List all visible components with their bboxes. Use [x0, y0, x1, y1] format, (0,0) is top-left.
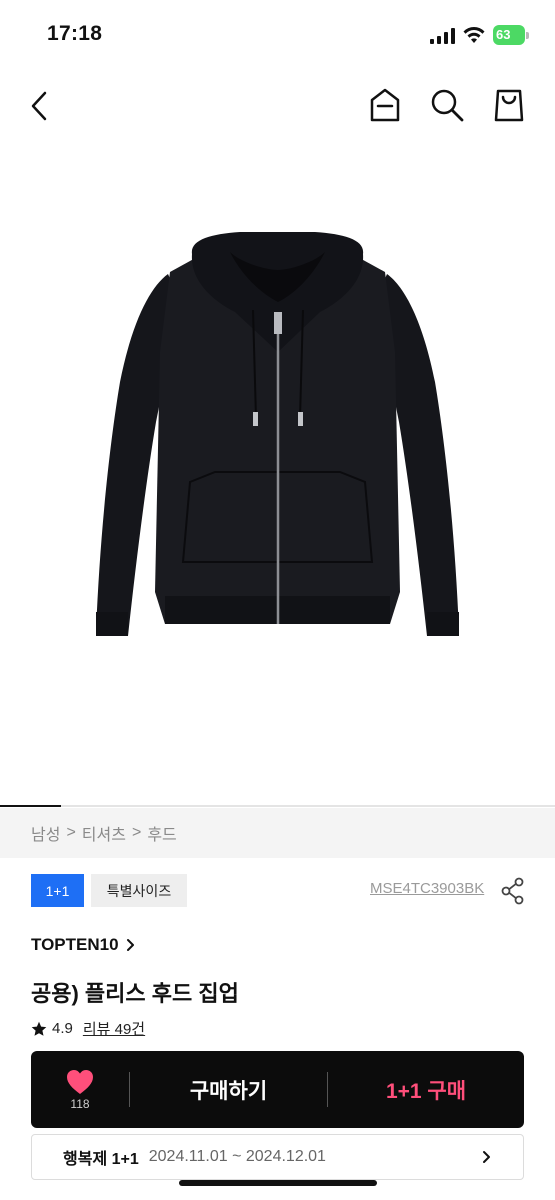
product-image[interactable] — [90, 232, 465, 652]
chevron-right-icon — [483, 1151, 490, 1163]
home-icon[interactable] — [368, 86, 402, 124]
back-chevron-icon[interactable] — [26, 88, 54, 124]
breadcrumb-item-tshirts[interactable]: 티셔츠 — [82, 821, 126, 845]
wifi-icon — [463, 27, 485, 43]
breadcrumb-item-men[interactable]: 남성 — [31, 821, 60, 845]
battery-level: 63 — [493, 25, 525, 45]
review-link[interactable]: 리뷰 49건 — [83, 1018, 145, 1039]
promotion-dates: 2024.11.01 ~ 2024.12.01 — [148, 1148, 326, 1165]
rating-value: 4.9 — [52, 1020, 73, 1037]
status-bar: 17:18 63 — [0, 0, 555, 68]
home-indicator — [179, 1180, 377, 1186]
like-count: 118 — [70, 1096, 90, 1111]
heart-icon — [67, 1069, 93, 1094]
promotion-row[interactable]: 행복제 1+1 2024.11.01 ~ 2024.12.01 — [31, 1134, 524, 1180]
product-code[interactable]: MSE4TC3903BK — [370, 880, 484, 897]
share-icon[interactable] — [501, 877, 525, 905]
breadcrumb: 남성 > 티셔츠 > 후드 — [0, 808, 555, 858]
like-button[interactable]: 118 — [31, 1051, 129, 1128]
brand-link[interactable]: TOPTEN10 — [31, 935, 135, 955]
battery-charging-icon: 63 — [493, 25, 529, 45]
rating-row: 4.9 리뷰 49건 — [31, 1018, 145, 1039]
status-time: 17:18 — [47, 22, 103, 45]
promo-tag: 1+1 — [31, 874, 84, 907]
buy-button[interactable]: 구매하기 — [130, 1051, 327, 1128]
signal-icon — [430, 28, 455, 44]
one-plus-one-buy-button[interactable]: 1+1 구매 — [328, 1051, 524, 1128]
image-pager-thumb — [0, 805, 62, 807]
breadcrumb-separator: > — [66, 824, 76, 841]
battery-cap — [526, 32, 529, 39]
search-icon[interactable] — [428, 86, 466, 124]
brand-name: TOPTEN10 — [31, 935, 119, 954]
image-pager-track — [0, 805, 555, 807]
promotion-title: 행복제 1+1 — [63, 1151, 139, 1168]
purchase-bar: 118 구매하기 1+1 구매 — [31, 1051, 524, 1128]
breadcrumb-separator: > — [131, 824, 142, 841]
shopping-bag-icon[interactable] — [492, 86, 526, 124]
star-icon — [31, 1021, 47, 1036]
chevron-right-icon — [126, 939, 134, 951]
breadcrumb-item-hoodies[interactable]: 후드 — [147, 821, 176, 845]
product-name: 공용) 플리스 후드 집업 — [31, 981, 239, 1006]
size-tag: 특별사이즈 — [91, 874, 187, 907]
